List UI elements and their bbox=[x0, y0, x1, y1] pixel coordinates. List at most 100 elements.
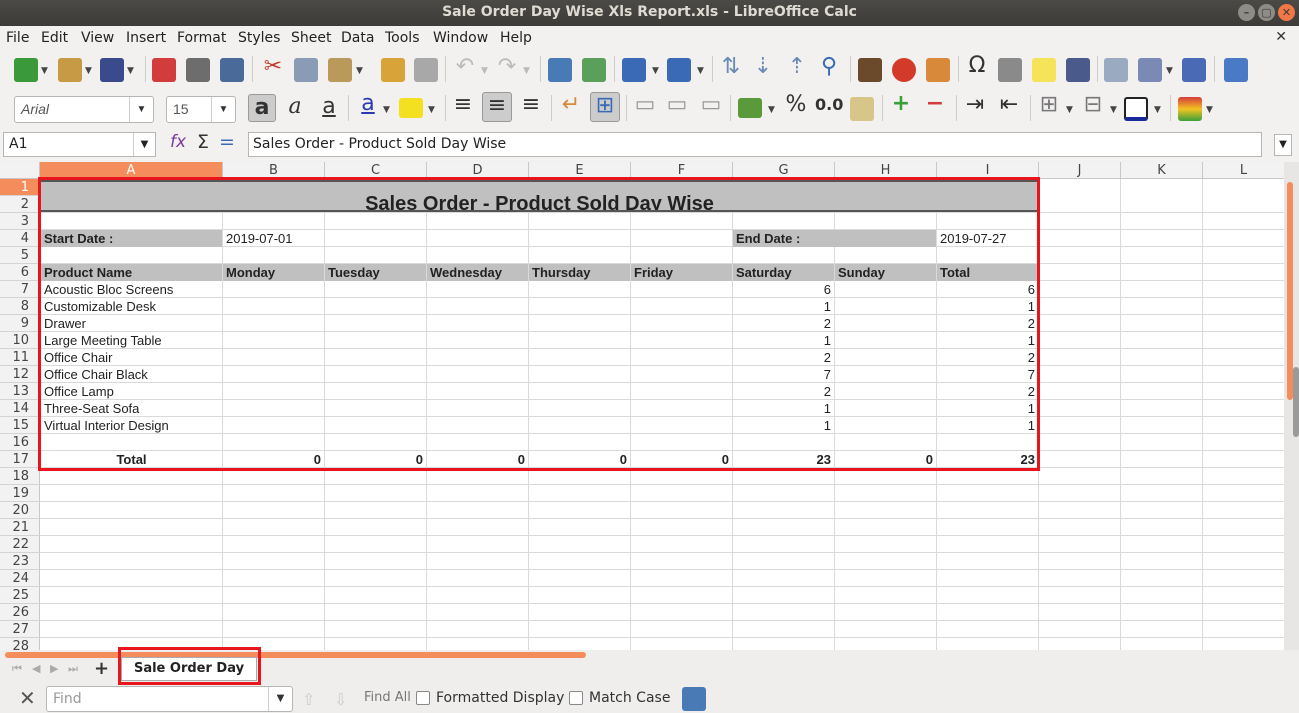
menu-insert[interactable]: Insert bbox=[126, 30, 166, 46]
border-color-icon[interactable] bbox=[1124, 97, 1148, 121]
font-size-dropdown-icon[interactable]: ▼ bbox=[211, 97, 235, 122]
find-replace-dialog-icon[interactable] bbox=[682, 687, 706, 711]
split-window-icon[interactable] bbox=[1182, 58, 1206, 82]
align-right-icon[interactable]: ≡ bbox=[518, 92, 544, 117]
name-box[interactable]: A1 ▼ bbox=[3, 132, 156, 157]
menu-data[interactable]: Data bbox=[341, 30, 374, 46]
print-icon[interactable] bbox=[186, 58, 210, 82]
hyperlink-icon[interactable] bbox=[998, 58, 1022, 82]
undo-icon[interactable]: ↶ bbox=[452, 54, 478, 79]
copy-icon[interactable] bbox=[294, 58, 318, 82]
paste-dropdown-icon[interactable]: ▼ bbox=[356, 66, 363, 76]
clear-formatting-icon[interactable] bbox=[414, 58, 438, 82]
merge-center-icon[interactable]: ⊞ bbox=[590, 92, 620, 122]
decrease-indent-icon[interactable]: ⇤ bbox=[996, 92, 1022, 117]
cut-icon[interactable]: ✂ bbox=[260, 54, 286, 79]
redo-dropdown-icon[interactable]: ▼ bbox=[523, 66, 530, 76]
borders-dropdown-icon[interactable]: ▼ bbox=[1066, 105, 1073, 115]
menu-window[interactable]: Window bbox=[433, 30, 488, 46]
row-header-1[interactable]: 1 bbox=[0, 179, 40, 196]
font-color-dropdown-icon[interactable]: ▼ bbox=[383, 105, 390, 115]
row-header-4[interactable]: 4 bbox=[0, 230, 40, 247]
row-header-16[interactable]: 16 bbox=[0, 434, 40, 451]
row-header-5[interactable]: 5 bbox=[0, 247, 40, 264]
conditional-dropdown-icon[interactable]: ▼ bbox=[1206, 105, 1213, 115]
row-header-8[interactable]: 8 bbox=[0, 298, 40, 315]
row-header-6[interactable]: 6 bbox=[0, 264, 40, 281]
align-top-icon[interactable]: ▭ bbox=[632, 92, 658, 117]
align-center-icon[interactable]: ≡ bbox=[482, 92, 512, 122]
insert-chart-icon[interactable] bbox=[892, 58, 916, 82]
menu-sheet[interactable]: Sheet bbox=[291, 30, 331, 46]
vertical-scrollbar[interactable] bbox=[1284, 162, 1299, 650]
formatted-display-checkbox[interactable] bbox=[416, 691, 430, 705]
menu-file[interactable]: File bbox=[6, 30, 29, 46]
border-style-icon[interactable]: ⊟ bbox=[1080, 92, 1106, 117]
font-color-icon[interactable]: a bbox=[355, 91, 381, 116]
add-sheet-icon[interactable]: + bbox=[94, 658, 109, 679]
row-header-18[interactable]: 18 bbox=[0, 468, 40, 485]
autofilter-icon[interactable]: ⚲ bbox=[816, 54, 842, 79]
column-icon[interactable] bbox=[667, 58, 691, 82]
row-header-23[interactable]: 23 bbox=[0, 553, 40, 570]
close-window-button[interactable]: ✕ bbox=[1278, 4, 1295, 21]
redo-icon[interactable]: ↷ bbox=[494, 54, 520, 79]
row-header-14[interactable]: 14 bbox=[0, 400, 40, 417]
row-header-28[interactable]: 28 bbox=[0, 638, 40, 650]
menu-tools[interactable]: Tools bbox=[385, 30, 420, 46]
font-size-box[interactable]: 15 ▼ bbox=[166, 96, 236, 123]
row-header-20[interactable]: 20 bbox=[0, 502, 40, 519]
menu-styles[interactable]: Styles bbox=[238, 30, 280, 46]
conditional-format-icon[interactable] bbox=[1178, 97, 1202, 121]
freeze-rows-columns-icon[interactable] bbox=[1138, 58, 1162, 82]
maximize-button[interactable]: ▢ bbox=[1258, 4, 1275, 21]
comment-icon[interactable] bbox=[1032, 58, 1056, 82]
row-header-2[interactable]: 2 bbox=[0, 196, 40, 213]
row-header-27[interactable]: 27 bbox=[0, 621, 40, 638]
clone-formatting-icon[interactable] bbox=[381, 58, 405, 82]
last-sheet-icon[interactable]: ⏭ bbox=[68, 662, 78, 676]
center-vertically-icon[interactable]: ▭ bbox=[664, 92, 690, 117]
pivot-table-icon[interactable] bbox=[926, 58, 950, 82]
show-draw-functions-icon[interactable] bbox=[1224, 58, 1248, 82]
close-document-icon[interactable]: ✕ bbox=[1275, 29, 1287, 45]
border-color-dropdown-icon[interactable]: ▼ bbox=[1154, 105, 1161, 115]
bold-icon[interactable]: a bbox=[248, 94, 276, 122]
new-dropdown-icon[interactable]: ▼ bbox=[41, 66, 48, 76]
next-sheet-icon[interactable]: ▶ bbox=[50, 662, 58, 675]
formula-icon[interactable]: = bbox=[214, 131, 240, 153]
horizontal-scroll-thumb[interactable] bbox=[5, 652, 586, 658]
find-input[interactable]: Find ▼ bbox=[46, 686, 293, 712]
row-header-19[interactable]: 19 bbox=[0, 485, 40, 502]
first-sheet-icon[interactable]: ⏮ bbox=[12, 662, 22, 676]
close-find-bar-icon[interactable]: ✕ bbox=[19, 686, 36, 710]
open-folder-icon[interactable] bbox=[58, 58, 82, 82]
row-header-15[interactable]: 15 bbox=[0, 417, 40, 434]
formula-input[interactable]: Sales Order - Product Sold Day Wise bbox=[248, 132, 1262, 157]
save-dropdown-icon[interactable]: ▼ bbox=[127, 66, 134, 76]
find-replace-icon[interactable] bbox=[548, 58, 572, 82]
expand-formula-bar-icon[interactable]: ▼ bbox=[1274, 134, 1292, 156]
date-format-icon[interactable] bbox=[850, 97, 874, 121]
underline-icon[interactable]: a bbox=[316, 94, 342, 119]
highlight-dropdown-icon[interactable]: ▼ bbox=[428, 105, 435, 115]
function-wizard-icon[interactable]: fx bbox=[165, 132, 191, 152]
row-header-7[interactable]: 7 bbox=[0, 281, 40, 298]
sort-icon[interactable]: ⇅ bbox=[718, 54, 744, 79]
align-left-icon[interactable]: ≡ bbox=[450, 92, 476, 117]
new-document-icon[interactable] bbox=[14, 58, 38, 82]
column-header-l[interactable]: L bbox=[1203, 162, 1284, 179]
highlight-color-icon[interactable] bbox=[399, 98, 423, 118]
font-name-box[interactable]: Arial ▼ bbox=[14, 96, 154, 123]
find-previous-icon[interactable]: ⇧ bbox=[302, 690, 315, 709]
borders-icon[interactable]: ⊞ bbox=[1036, 92, 1062, 117]
select-all-corner[interactable] bbox=[0, 162, 40, 179]
freeze-dropdown-icon[interactable]: ▼ bbox=[1166, 66, 1173, 76]
spelling-icon[interactable] bbox=[582, 58, 606, 82]
menu-format[interactable]: Format bbox=[177, 30, 226, 46]
special-character-icon[interactable]: Ω bbox=[964, 53, 990, 78]
vertical-scroll-handle[interactable] bbox=[1293, 367, 1299, 437]
currency-format-icon[interactable] bbox=[738, 98, 762, 118]
print-preview-icon[interactable] bbox=[220, 58, 244, 82]
align-bottom-icon[interactable]: ▭ bbox=[698, 92, 724, 117]
